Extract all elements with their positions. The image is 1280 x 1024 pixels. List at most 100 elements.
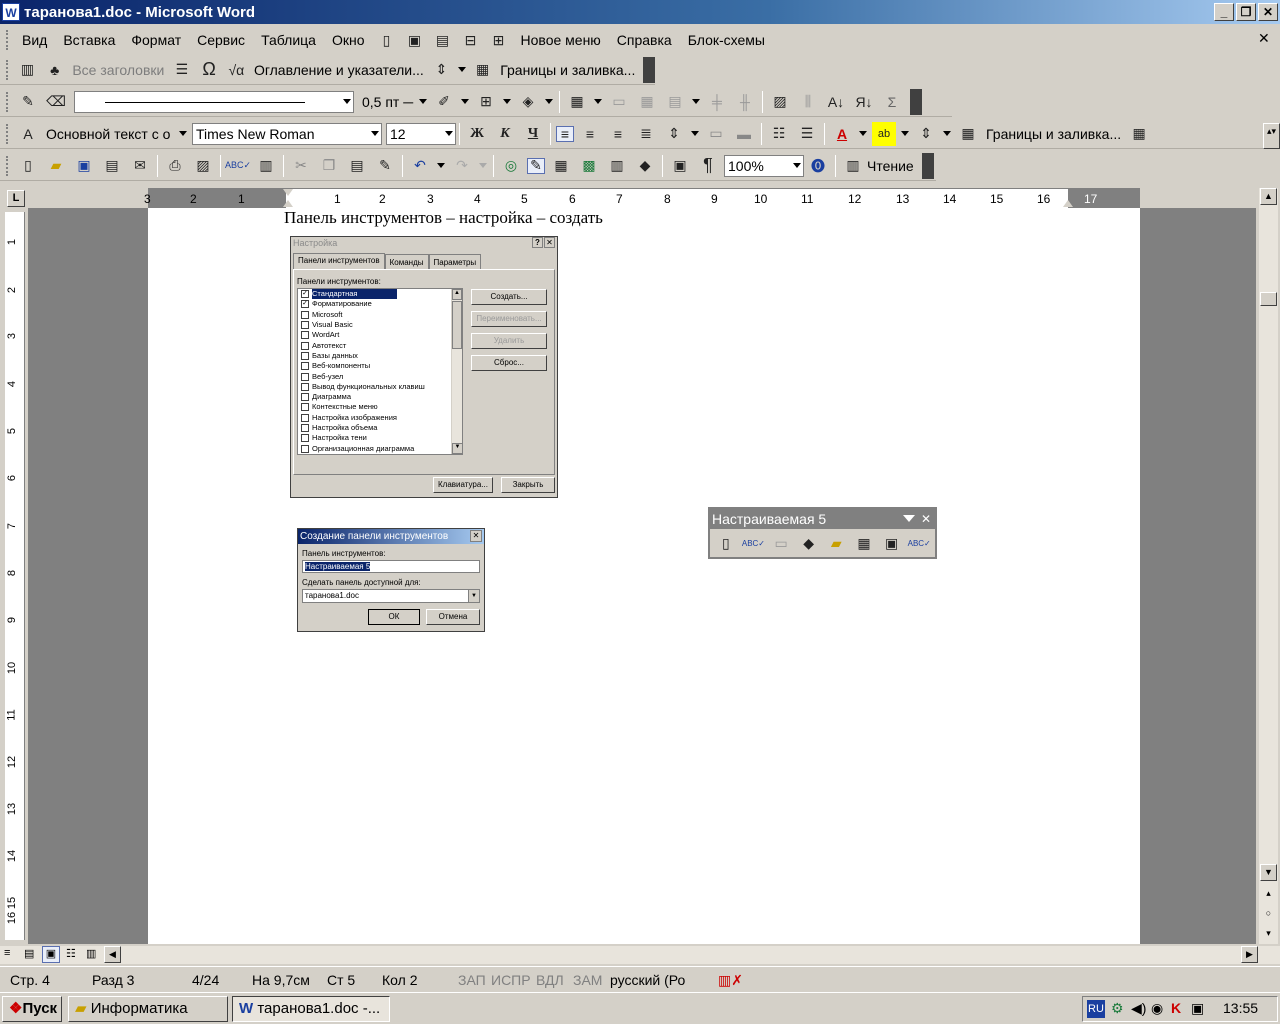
toolbar-list-item[interactable]: Вывод функциональных клавиш	[298, 382, 462, 392]
master-doc-icon[interactable]: ♣	[43, 58, 66, 82]
checkbox-icon[interactable]	[301, 321, 309, 330]
horizontal-ruler[interactable]: 3 2 1 1 2 3 4 5 6 7 8 9 10 11 12 13 14 1…	[144, 188, 1140, 208]
checkbox-icon[interactable]	[301, 341, 309, 350]
close-icon[interactable]: ✕	[470, 530, 482, 542]
insert-excel-icon[interactable]: ▩	[577, 154, 601, 178]
toolbars-listbox[interactable]: ✓ Стандартная ✓ Форматирование Microsoft Visu…	[297, 288, 463, 455]
hyperlink-icon[interactable]: ◎	[499, 154, 523, 178]
close-icon[interactable]: ✕	[921, 509, 931, 529]
dropdown-arrow-icon[interactable]	[594, 99, 602, 104]
status-language[interactable]: русский (Ро	[610, 972, 685, 988]
line-width-select[interactable]: 0,5 пт ─	[358, 90, 430, 113]
toolbar-grip[interactable]	[6, 155, 10, 176]
delete-toolbar-button[interactable]: Удалить	[471, 333, 547, 349]
checkbox-icon[interactable]	[301, 413, 309, 422]
create-toolbar-button[interactable]: Создать...	[471, 289, 547, 305]
custom-floating-toolbar[interactable]: Настраиваемая 5 ✕ ▯ ABC✓ ▭ ◆ ▰ ▦ ▣ ABC✓	[708, 507, 937, 559]
print-preview-icon[interactable]: ▨	[191, 154, 215, 178]
dropdown-arrow-icon[interactable]	[692, 99, 700, 104]
insert-table-icon[interactable]: ▦	[549, 154, 573, 178]
book-icon[interactable]: ▥	[16, 58, 39, 82]
toolbar-list-item[interactable]: Microsoft	[298, 310, 462, 320]
dropdown-arrow-icon[interactable]	[479, 163, 487, 168]
equation-icon[interactable]: √α	[225, 58, 248, 82]
toolbar-list-item[interactable]: Веб-узел	[298, 371, 462, 381]
research-icon[interactable]: ▥	[254, 154, 278, 178]
help-icon[interactable]: ⓿	[806, 154, 830, 178]
menu-help[interactable]: Справка	[609, 26, 680, 54]
font-color-icon[interactable]: A	[830, 122, 854, 146]
dropdown-arrow-icon[interactable]	[545, 99, 553, 104]
new-document-icon[interactable]: ▯	[16, 154, 40, 178]
browse-object-icon[interactable]: ○	[1260, 906, 1277, 923]
restore-button[interactable]: ❐	[1236, 3, 1256, 21]
rename-toolbar-button[interactable]: Переименовать...	[471, 311, 547, 327]
spelling-icon[interactable]: ABC✓	[225, 154, 251, 178]
taskbar-explorer-button[interactable]: ▰ Информатика	[68, 996, 228, 1022]
distribute-columns-icon[interactable]: ╫	[733, 90, 757, 114]
autosum-icon[interactable]: Σ	[880, 90, 904, 114]
insert-table-icon[interactable]: ▦	[565, 90, 589, 114]
toolbar-list-item[interactable]: Visual Basic	[298, 320, 462, 330]
paste-icon[interactable]: ▤	[345, 154, 369, 178]
save-icon[interactable]: ▣	[72, 154, 96, 178]
help-icon[interactable]: ?	[532, 237, 543, 248]
read-icon[interactable]: ▥	[841, 154, 865, 178]
scroll-down-icon[interactable]: ▼	[452, 443, 462, 454]
drawing-icon[interactable]: ◆	[797, 531, 821, 555]
toolbar-options-chevron[interactable]	[910, 88, 922, 115]
menu-view[interactable]: Вид	[14, 26, 55, 54]
align-center-icon[interactable]: ≡	[578, 122, 602, 146]
decrease-indent-icon[interactable]: ▭	[704, 122, 728, 146]
minimize-button[interactable]: _	[1214, 3, 1234, 21]
toolbar-list-item[interactable]: Базы данных	[298, 351, 462, 361]
menubar-grip[interactable]	[6, 30, 10, 50]
redo-icon[interactable]: ↷	[450, 154, 474, 178]
vertical-scrollbar[interactable]: ▲ ▼ ▴ ○ ▾	[1259, 188, 1278, 944]
next-page-icon[interactable]: ▾	[1260, 926, 1277, 943]
all-headings-label[interactable]: Все заголовки	[68, 62, 168, 78]
text-direction-icon[interactable]: ⫼	[796, 90, 820, 114]
date-icon[interactable]: ▦	[852, 531, 876, 555]
left-indent-marker[interactable]	[283, 200, 293, 207]
menu-tools[interactable]: Сервис	[189, 26, 253, 54]
dropdown-arrow-icon[interactable]	[503, 99, 511, 104]
language-indicator[interactable]: RU	[1087, 1000, 1105, 1018]
drawing-icon[interactable]: ◆	[633, 154, 657, 178]
document-page[interactable]: Панель инструментов – настройка – создат…	[148, 208, 1140, 944]
web-view-icon[interactable]: ▤	[24, 947, 34, 960]
borders-icon[interactable]: ▦	[956, 122, 980, 146]
print-layout-view-icon[interactable]: ▣	[42, 946, 60, 963]
status-trk[interactable]: ИСПР	[491, 972, 531, 988]
start-button[interactable]: ❖Пуск	[2, 996, 62, 1022]
volume-icon[interactable]: ◀)	[1131, 1000, 1146, 1017]
increase-indent-icon[interactable]: ▬	[732, 122, 756, 146]
draw-table-icon[interactable]: ✎	[16, 90, 40, 114]
checkbox-icon[interactable]	[301, 403, 309, 412]
borders-icon-2[interactable]: ▦	[1127, 122, 1151, 146]
toolbar-list-item[interactable]: ✓ Стандартная	[298, 289, 462, 300]
dropdown-arrow-icon[interactable]	[901, 131, 909, 136]
checkbox-icon[interactable]	[301, 434, 309, 443]
eraser-icon[interactable]: ⌫	[44, 90, 68, 114]
menu-window[interactable]: Окно	[324, 26, 373, 54]
align-icon[interactable]: ▤	[663, 90, 687, 114]
font-size-select[interactable]: 12	[386, 122, 456, 145]
word-app-icon[interactable]: W	[2, 3, 20, 21]
status-rec[interactable]: ЗАП	[458, 972, 486, 988]
close-document-icon[interactable]: ✕	[1258, 30, 1270, 47]
new-document-icon[interactable]: ▯	[714, 531, 738, 555]
normal-view-icon[interactable]: ≡	[4, 947, 10, 959]
highlight-icon[interactable]: ab	[872, 121, 896, 146]
distribute-rows-icon[interactable]: ╪	[705, 90, 729, 114]
dropdown-arrow-icon[interactable]	[461, 99, 469, 104]
clock[interactable]: 13:55	[1223, 1000, 1258, 1016]
antivirus-icon[interactable]: K	[1171, 1000, 1181, 1016]
dropdown-arrow-icon[interactable]	[691, 131, 699, 136]
scroll-thumb[interactable]	[452, 301, 462, 349]
spelling-icon-2[interactable]: ABC✓	[907, 531, 931, 555]
borders-shading-button[interactable]: Границы и заливка...	[982, 126, 1125, 142]
checkbox-icon[interactable]	[301, 331, 309, 340]
horizontal-scrollbar[interactable]: ≡ ▤ ▣ ☷ ▥ ◀ ▶	[0, 946, 1280, 964]
document-map-icon[interactable]: ▣	[668, 154, 692, 178]
